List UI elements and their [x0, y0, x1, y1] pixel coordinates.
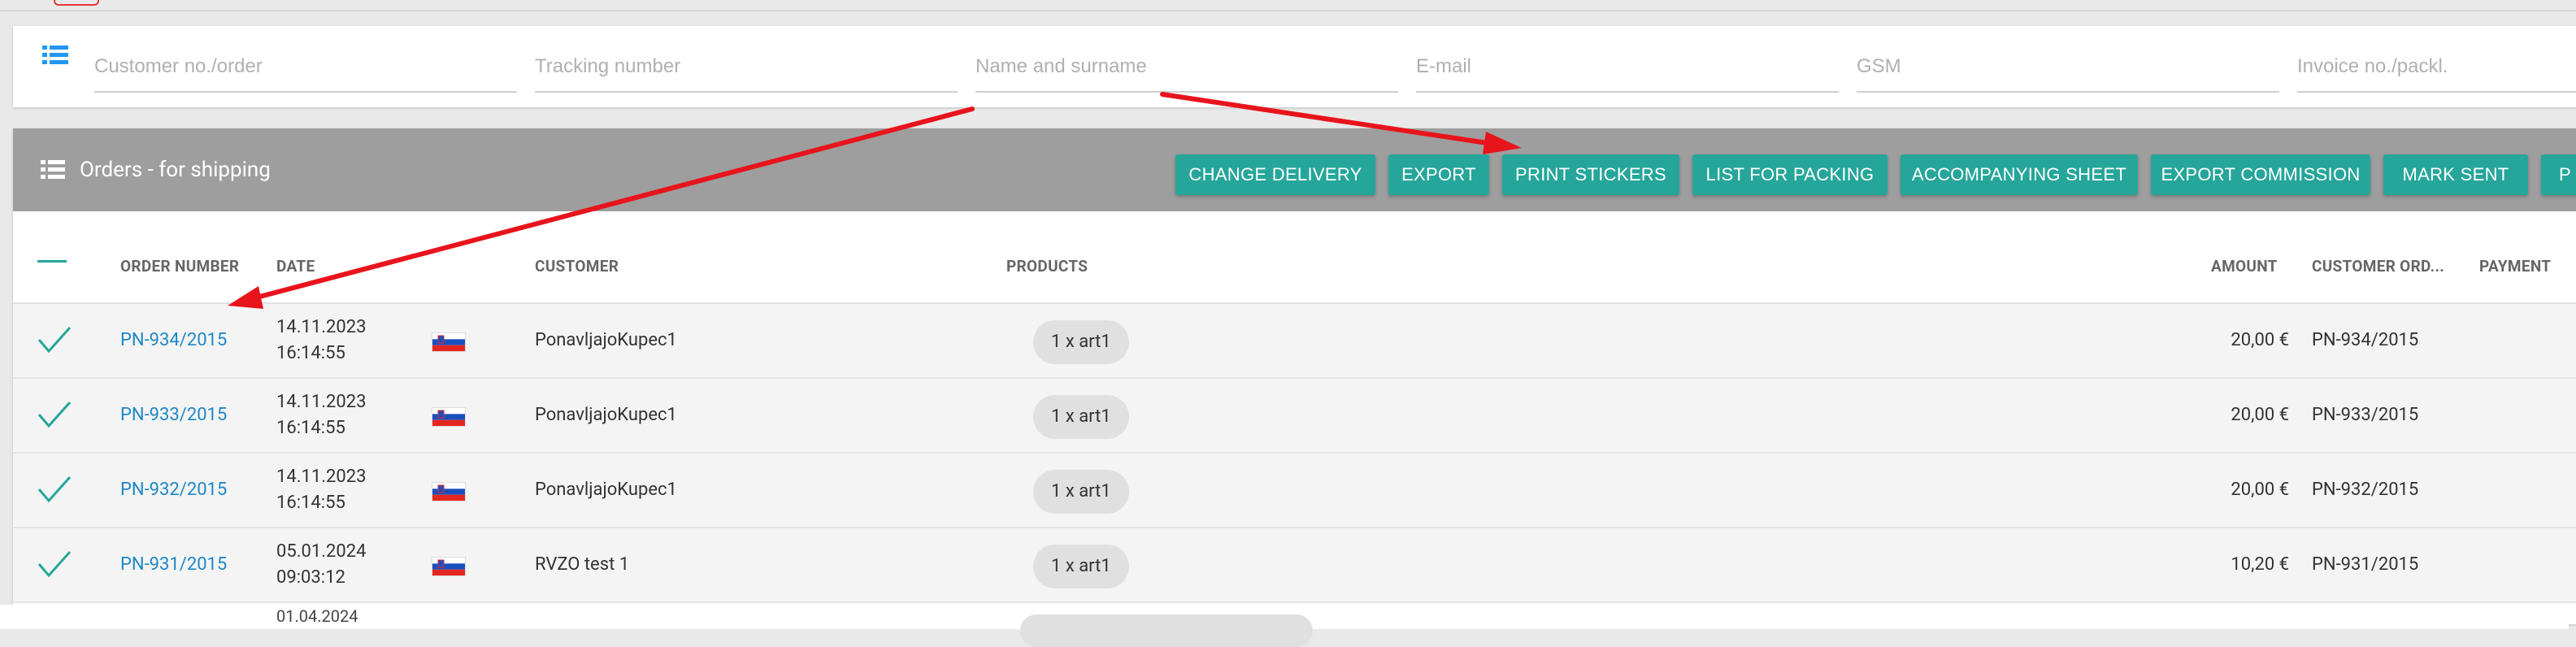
product-chip[interactable]: 1 x art1 [1033, 545, 1129, 588]
change-delivery-button[interactable]: CHANGE DELIVERY [1175, 154, 1375, 195]
header-customer[interactable]: CUSTOMER [535, 257, 619, 276]
tracking-number-field[interactable] [535, 42, 958, 93]
customer-order-input[interactable] [94, 42, 517, 78]
table-row[interactable]: PN-932/2015 14.11.2023 16:14:55 Ponavlja… [13, 454, 2576, 528]
product-chip[interactable] [1020, 614, 1313, 647]
truncated-button[interactable]: P [2541, 154, 2576, 195]
order-time: 16:14:55 [276, 343, 345, 363]
list-for-packing-button[interactable]: LIST FOR PACKING [1692, 154, 1887, 195]
customer-order-number: PN-934/2015 [2312, 330, 2419, 350]
order-number-link[interactable]: PN-934/2015 [120, 330, 227, 350]
order-number-link[interactable]: PN-933/2015 [120, 405, 227, 425]
accompanying-sheet-button[interactable]: ACCOMPANYING SHEET [1901, 154, 2138, 195]
header-order-number[interactable]: ORDER NUMBER [120, 257, 239, 276]
order-amount: 10,20 € [2231, 554, 2289, 575]
order-time: 16:14:55 [276, 493, 345, 513]
customer-name: PonavljajoKupec1 [535, 330, 677, 350]
list-icon[interactable] [42, 44, 68, 67]
export-button[interactable]: EXPORT [1388, 154, 1489, 195]
header-products[interactable]: PRODUCTS [1006, 257, 1088, 276]
order-number-link[interactable]: PN-932/2015 [120, 480, 227, 500]
customer-order-field[interactable] [94, 42, 517, 93]
order-time: 09:03:12 [276, 567, 345, 588]
slovenia-flag-icon [432, 408, 465, 426]
top-tab-indicator[interactable] [54, 0, 99, 6]
select-all-checkbox[interactable] [37, 260, 67, 263]
order-amount: 20,00 € [2231, 330, 2289, 350]
order-amount: 20,00 € [2231, 480, 2289, 500]
check-icon[interactable] [37, 325, 72, 354]
check-icon[interactable] [37, 549, 72, 579]
table-row[interactable]: PN-934/2015 14.11.2023 16:14:55 Ponavlja… [13, 304, 2576, 379]
invoice-field[interactable] [2297, 42, 2576, 93]
top-divider [0, 10, 2576, 11]
mark-sent-button[interactable]: MARK SENT [2383, 154, 2528, 195]
order-amount: 20,00 € [2231, 405, 2289, 425]
top-strip [0, 0, 2576, 11]
customer-name: PonavljajoKupec1 [535, 480, 677, 500]
customer-name: PonavljajoKupec1 [535, 405, 677, 425]
customer-name: RVZO test 1 [535, 554, 630, 575]
slovenia-flag-icon [432, 333, 465, 351]
product-chip[interactable]: 1 x art1 [1033, 395, 1129, 439]
table-header: ORDER NUMBER DATE CUSTOMER PRODUCTS AMOU… [13, 211, 2576, 304]
order-time: 16:14:55 [276, 418, 345, 438]
tracking-number-input[interactable] [535, 42, 958, 78]
table-row-partial[interactable]: 01.04.2024 [0, 605, 2569, 647]
customer-order-number: PN-933/2015 [2312, 405, 2419, 425]
panel-header: Orders - for shipping CHANGE DELIVERY EX… [13, 128, 2576, 211]
gsm-field[interactable] [1857, 42, 2279, 93]
invoice-input[interactable] [2297, 42, 2576, 78]
header-date[interactable]: DATE [276, 257, 315, 276]
name-surname-field[interactable] [975, 42, 1398, 93]
customer-order-number: PN-932/2015 [2312, 480, 2419, 500]
panel-title: Orders - for shipping [80, 158, 271, 182]
customer-order-number: PN-931/2015 [2312, 554, 2419, 575]
slovenia-flag-icon [432, 483, 465, 501]
header-payment[interactable]: PAYMENT [2479, 257, 2551, 276]
email-input[interactable] [1416, 42, 1839, 78]
name-surname-input[interactable] [975, 42, 1398, 78]
order-date: 14.11.2023 [276, 392, 367, 412]
order-date: 01.04.2024 [276, 606, 358, 626]
product-chip[interactable]: 1 x art1 [1033, 320, 1129, 364]
header-amount[interactable]: AMOUNT [2211, 257, 2278, 276]
list-icon [41, 160, 65, 179]
print-stickers-button[interactable]: PRINT STICKERS [1502, 154, 1679, 195]
order-date: 14.11.2023 [276, 467, 367, 487]
email-field[interactable] [1416, 42, 1839, 93]
slovenia-flag-icon [432, 558, 465, 575]
check-icon[interactable] [37, 400, 72, 429]
order-date: 14.11.2023 [276, 317, 367, 337]
header-customer-order[interactable]: CUSTOMER ORD... [2312, 257, 2444, 276]
product-chip[interactable]: 1 x art1 [1033, 470, 1129, 514]
export-commission-button[interactable]: EXPORT COMMISSION [2151, 154, 2370, 195]
filter-bar [13, 26, 2576, 107]
check-icon[interactable] [37, 475, 72, 504]
order-date: 05.01.2024 [276, 541, 367, 562]
table-row[interactable]: PN-931/2015 05.01.2024 09:03:12 RVZO tes… [13, 528, 2576, 603]
orders-panel: Orders - for shipping CHANGE DELIVERY EX… [13, 128, 2576, 624]
gsm-input[interactable] [1857, 42, 2279, 78]
table-row[interactable]: PN-933/2015 14.11.2023 16:14:55 Ponavlja… [13, 379, 2576, 454]
order-number-link[interactable]: PN-931/2015 [120, 554, 227, 575]
